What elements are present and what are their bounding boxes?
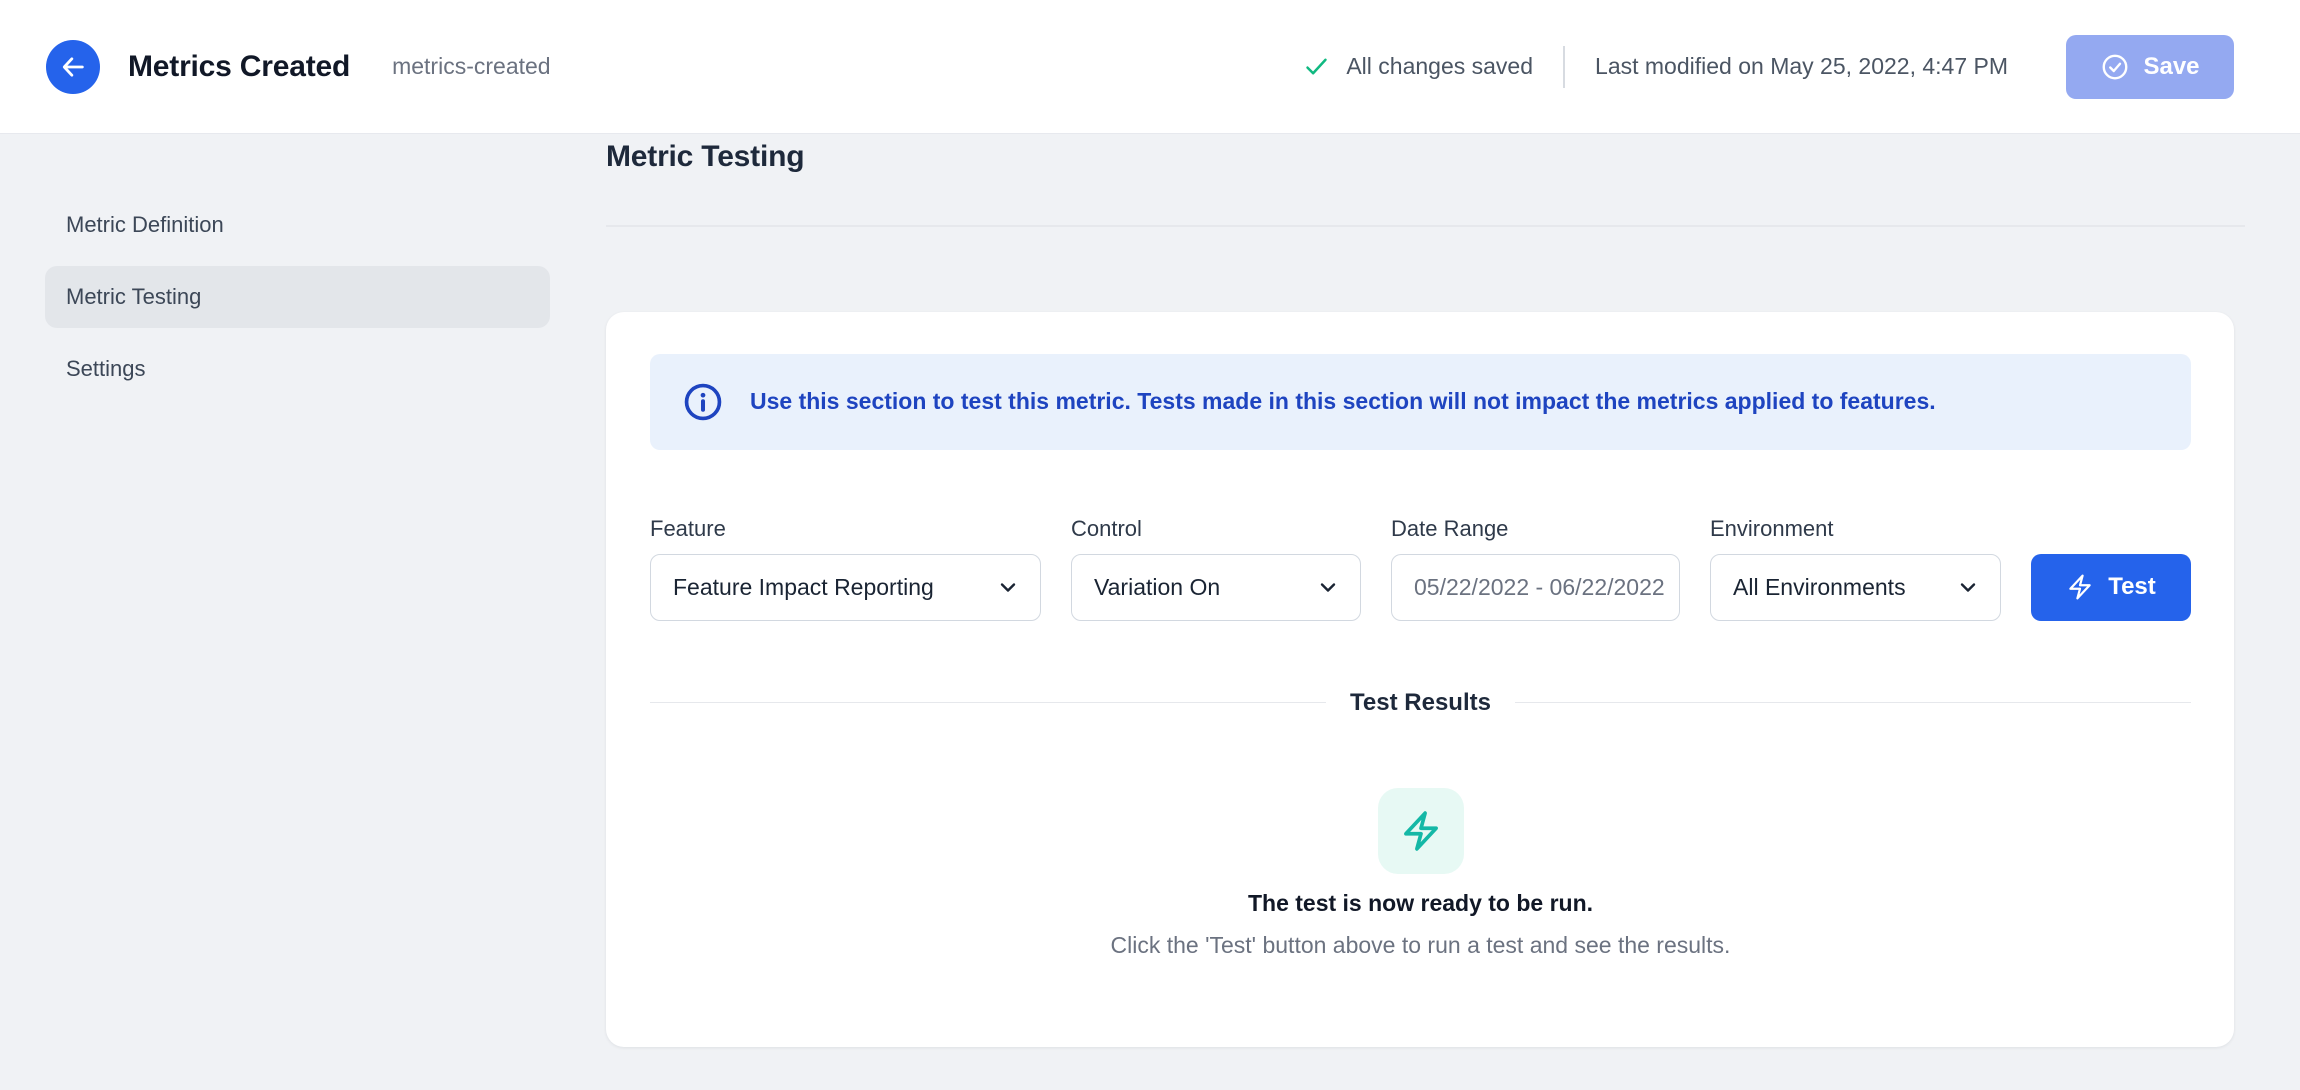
header-left: Metrics Created metrics-created [46,40,551,94]
date-range-field: Date Range 05/22/2022 - 06/22/2022 [1391,516,1680,621]
header-divider [1563,46,1565,88]
bolt-icon [1399,809,1443,853]
header: Metrics Created metrics-created All chan… [0,0,2300,134]
date-range-input[interactable]: 05/22/2022 - 06/22/2022 [1391,554,1680,621]
environment-label: Environment [1710,516,2001,542]
main-content: Metric Testing Use this section to test … [606,136,2234,1047]
arrow-left-icon [59,53,87,81]
feature-label: Feature [650,516,1041,542]
feature-select[interactable]: Feature Impact Reporting [650,554,1041,621]
check-icon [1303,53,1330,80]
metric-key: metrics-created [392,53,550,80]
header-right: All changes saved Last modified on May 2… [1303,35,2234,99]
control-select-value: Variation On [1094,574,1220,601]
environment-select[interactable]: All Environments [1710,554,2001,621]
chevron-down-icon [1316,575,1340,599]
info-icon [682,381,724,423]
sidebar-item-label: Metric Definition [66,212,224,238]
test-config-row: Feature Feature Impact Reporting Control… [650,516,2191,621]
date-range-label: Date Range [1391,516,1680,542]
save-button[interactable]: Save [2066,35,2234,99]
check-circle-icon [2100,52,2130,82]
divider-line [650,702,1326,704]
save-button-label: Save [2143,53,2199,81]
test-button[interactable]: Test [2031,554,2191,621]
bolt-tile [1378,788,1464,874]
test-results-divider: Test Results [650,688,2191,718]
page-title: Metrics Created [128,50,350,84]
feature-field: Feature Feature Impact Reporting [650,516,1041,621]
test-results-empty-state: The test is now ready to be run. Click t… [650,718,2191,960]
sidebar-item-label: Settings [66,356,146,382]
sidebar: Metric Definition Metric Testing Setting… [45,194,550,400]
last-modified: Last modified on May 25, 2022, 4:47 PM [1595,53,2008,80]
environment-select-value: All Environments [1733,574,1906,601]
save-status: All changes saved [1346,53,1533,80]
section-heading: Metric Testing [606,136,2234,178]
heading-divider [606,225,2245,227]
chevron-down-icon [1956,575,1980,599]
environment-field: Environment All Environments [1710,516,2001,621]
back-button[interactable] [46,40,100,94]
page-body: Metric Definition Metric Testing Setting… [0,136,2300,1090]
ready-title: The test is now ready to be run. [1248,888,1593,918]
ready-subtitle: Click the 'Test' button above to run a t… [1111,930,1731,960]
bolt-icon [2066,573,2094,601]
info-banner: Use this section to test this metric. Te… [650,354,2191,450]
divider-line [1515,702,2191,704]
sidebar-item-settings[interactable]: Settings [45,338,550,400]
control-field: Control Variation On [1071,516,1361,621]
sidebar-item-label: Metric Testing [66,284,201,310]
metric-testing-card: Use this section to test this metric. Te… [606,312,2234,1047]
test-results-heading: Test Results [1350,689,1491,717]
sidebar-item-metric-testing[interactable]: Metric Testing [45,266,550,328]
test-button-label: Test [2108,573,2156,601]
info-banner-text: Use this section to test this metric. Te… [750,388,1936,415]
control-select[interactable]: Variation On [1071,554,1361,621]
chevron-down-icon [996,575,1020,599]
date-range-value: 05/22/2022 - 06/22/2022 [1414,574,1665,601]
sidebar-item-metric-definition[interactable]: Metric Definition [45,194,550,256]
control-label: Control [1071,516,1361,542]
feature-select-value: Feature Impact Reporting [673,574,934,601]
